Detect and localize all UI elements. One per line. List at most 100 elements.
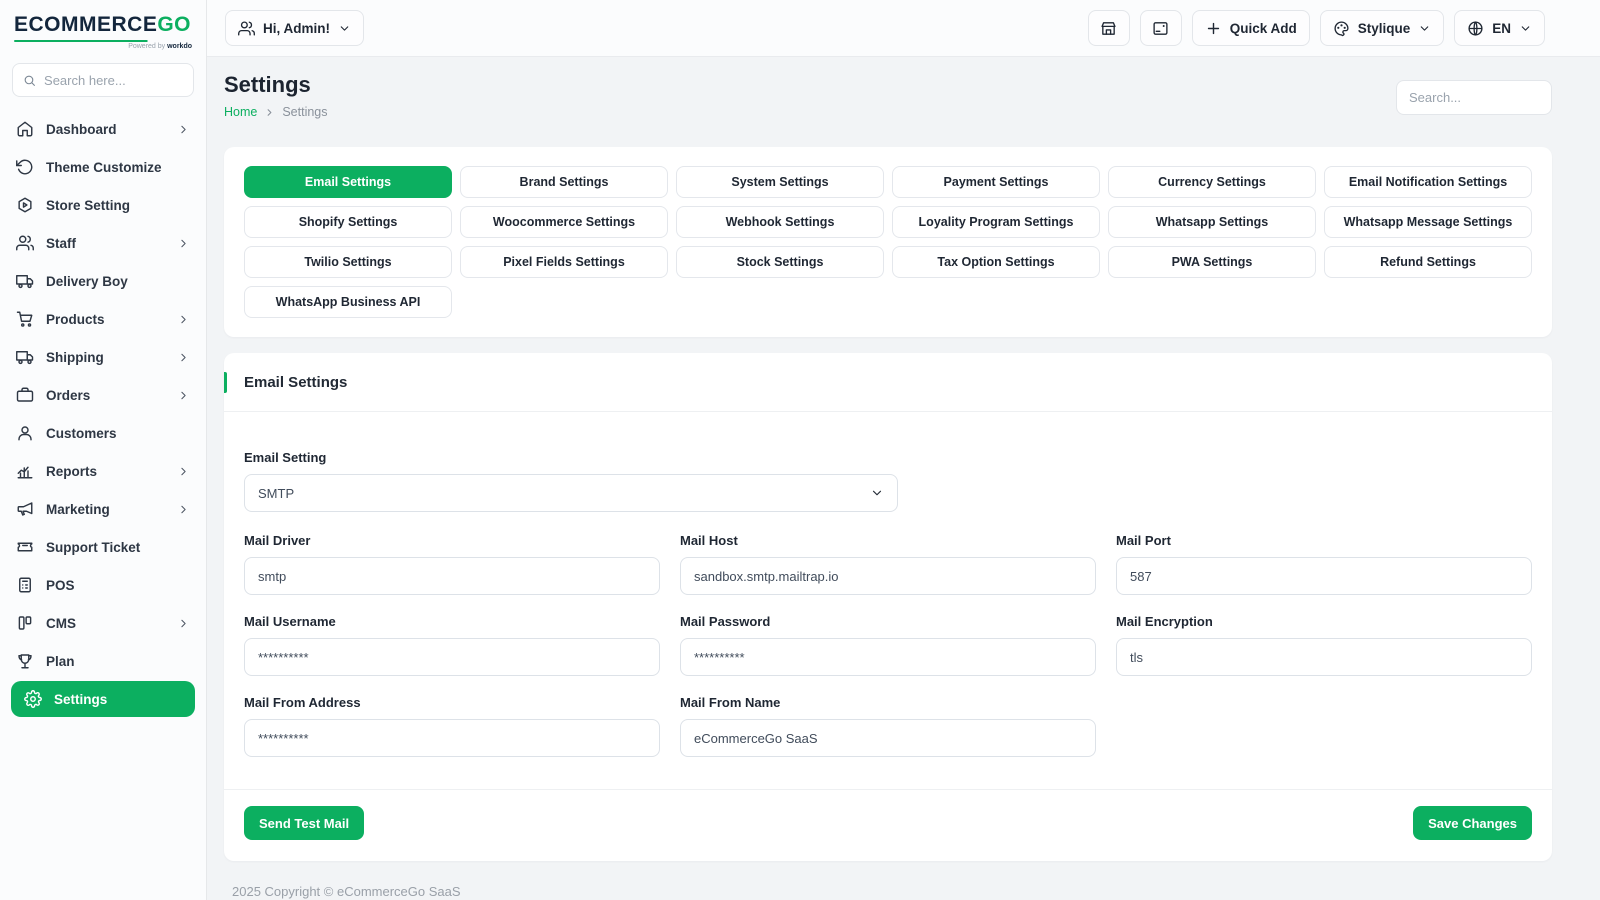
tab-loyality-program-settings[interactable]: Loyality Program Settings	[892, 206, 1100, 238]
tab-email-settings[interactable]: Email Settings	[244, 166, 452, 198]
gear-icon	[24, 690, 42, 708]
bar-chart-icon	[16, 462, 34, 480]
brand-underline	[14, 40, 192, 42]
theme-preview-button[interactable]	[1140, 10, 1182, 46]
stylique-menu-button[interactable]: Stylique	[1320, 10, 1445, 46]
mail-port-input[interactable]	[1116, 557, 1532, 595]
sidebar-item-marketing[interactable]: Marketing	[0, 490, 206, 528]
sidebar-item-cms[interactable]: CMS	[0, 604, 206, 642]
mail-fields-grid: Mail DriverMail HostMail PortMail Userna…	[244, 533, 1532, 757]
language-menu-button[interactable]: EN	[1454, 10, 1545, 46]
chevron-right-icon	[264, 107, 275, 118]
save-changes-button[interactable]: Save Changes	[1413, 806, 1532, 840]
mail-from-address-field: Mail From Address	[244, 695, 660, 757]
brand-logo[interactable]: ECOMMERCEGO Powered by workdo	[0, 0, 206, 50]
copyright-footer: 2025 Copyright © eCommerceGo SaaS	[232, 884, 1552, 899]
sidebar-item-reports[interactable]: Reports	[0, 452, 206, 490]
plus-icon	[1205, 20, 1222, 37]
app-window: ECOMMERCEGO Powered by workdo Dashboard T…	[0, 0, 1600, 900]
tab-pwa-settings[interactable]: PWA Settings	[1108, 246, 1316, 278]
storefront-button[interactable]	[1088, 10, 1130, 46]
sidebar-item-label: Settings	[54, 692, 182, 707]
mail-username-input[interactable]	[244, 638, 660, 676]
rotate-icon	[16, 158, 34, 176]
chevron-down-icon	[1519, 22, 1532, 35]
send-test-mail-button[interactable]: Send Test Mail	[244, 806, 364, 840]
chevron-right-icon	[177, 123, 190, 136]
mail-from-name-input[interactable]	[680, 719, 1096, 757]
sidebar-search	[12, 63, 194, 97]
sidebar-item-staff[interactable]: Staff	[0, 224, 206, 262]
tab-webhook-settings[interactable]: Webhook Settings	[676, 206, 884, 238]
sidebar-item-orders[interactable]: Orders	[0, 376, 206, 414]
chevron-down-icon	[870, 486, 884, 500]
tab-pixel-fields-settings[interactable]: Pixel Fields Settings	[460, 246, 668, 278]
sidebar-item-shipping[interactable]: Shipping	[0, 338, 206, 376]
tab-brand-settings[interactable]: Brand Settings	[460, 166, 668, 198]
image-card-icon	[1152, 20, 1169, 37]
mail-host-input[interactable]	[680, 557, 1096, 595]
badge-play-icon	[16, 196, 34, 214]
sidebar-item-delivery-boy[interactable]: Delivery Boy	[0, 262, 206, 300]
mail-username-field: Mail Username	[244, 614, 660, 676]
ticket-icon	[16, 538, 34, 556]
tab-shopify-settings[interactable]: Shopify Settings	[244, 206, 452, 238]
sidebar-item-label: Marketing	[46, 502, 165, 517]
mail-from-address-input[interactable]	[244, 719, 660, 757]
trophy-icon	[16, 652, 34, 670]
user-menu-button[interactable]: Hi, Admin!	[225, 10, 364, 46]
tab-whatsapp-business-api[interactable]: WhatsApp Business API	[244, 286, 452, 318]
sidebar-item-label: Products	[46, 312, 165, 327]
tab-payment-settings[interactable]: Payment Settings	[892, 166, 1100, 198]
sidebar-item-label: Shipping	[46, 350, 165, 365]
sidebar-item-label: Support Ticket	[46, 540, 190, 555]
tab-tax-option-settings[interactable]: Tax Option Settings	[892, 246, 1100, 278]
sidebar-item-dashboard[interactable]: Dashboard	[0, 110, 206, 148]
breadcrumb: Home Settings	[224, 105, 328, 119]
tab-currency-settings[interactable]: Currency Settings	[1108, 166, 1316, 198]
sidebar-item-label: Reports	[46, 464, 165, 479]
tab-refund-settings[interactable]: Refund Settings	[1324, 246, 1532, 278]
mail-from-name-label: Mail From Name	[680, 695, 1096, 710]
chevron-right-icon	[177, 465, 190, 478]
sidebar-item-products[interactable]: Products	[0, 300, 206, 338]
mail-encryption-input[interactable]	[1116, 638, 1532, 676]
sidebar-item-customers[interactable]: Customers	[0, 414, 206, 452]
sidebar-item-theme-customize[interactable]: Theme Customize	[0, 148, 206, 186]
mail-password-field: Mail Password	[680, 614, 1096, 676]
chevron-right-icon	[177, 389, 190, 402]
page-search-input[interactable]	[1396, 80, 1552, 115]
mail-from-address-label: Mail From Address	[244, 695, 660, 710]
chevron-right-icon	[177, 313, 190, 326]
page-title: Settings	[224, 72, 328, 98]
tab-whatsapp-message-settings[interactable]: Whatsapp Message Settings	[1324, 206, 1532, 238]
chevron-right-icon	[177, 237, 190, 250]
globe-icon	[1467, 20, 1484, 37]
tab-system-settings[interactable]: System Settings	[676, 166, 884, 198]
mail-port-field: Mail Port	[1116, 533, 1532, 595]
sidebar-item-label: Theme Customize	[46, 160, 190, 175]
tab-woocommerce-settings[interactable]: Woocommerce Settings	[460, 206, 668, 238]
breadcrumb-home-link[interactable]: Home	[224, 105, 257, 119]
mail-password-input[interactable]	[680, 638, 1096, 676]
sidebar-item-store-setting[interactable]: Store Setting	[0, 186, 206, 224]
sidebar-search-input[interactable]	[44, 73, 183, 88]
sidebar-item-settings[interactable]: Settings	[11, 681, 195, 717]
tab-email-notification-settings[interactable]: Email Notification Settings	[1324, 166, 1532, 198]
sidebar-item-label: Store Setting	[46, 198, 190, 213]
email-settings-card: Email Settings Email Setting SMTP Mail D…	[224, 353, 1552, 861]
breadcrumb-current: Settings	[282, 105, 327, 119]
tab-stock-settings[interactable]: Stock Settings	[676, 246, 884, 278]
tab-twilio-settings[interactable]: Twilio Settings	[244, 246, 452, 278]
sidebar-item-support-ticket[interactable]: Support Ticket	[0, 528, 206, 566]
email-setting-select[interactable]: SMTP	[244, 474, 898, 512]
sidebar-item-plan[interactable]: Plan	[0, 642, 206, 680]
section-title: Email Settings	[244, 374, 347, 391]
quick-add-button[interactable]: Quick Add	[1192, 10, 1310, 46]
sidebar-item-label: Customers	[46, 426, 190, 441]
mail-driver-input[interactable]	[244, 557, 660, 595]
card-footer: Send Test Mail Save Changes	[224, 789, 1552, 861]
tab-whatsapp-settings[interactable]: Whatsapp Settings	[1108, 206, 1316, 238]
sidebar-item-pos[interactable]: POS	[0, 566, 206, 604]
sidebar-item-label: Staff	[46, 236, 165, 251]
